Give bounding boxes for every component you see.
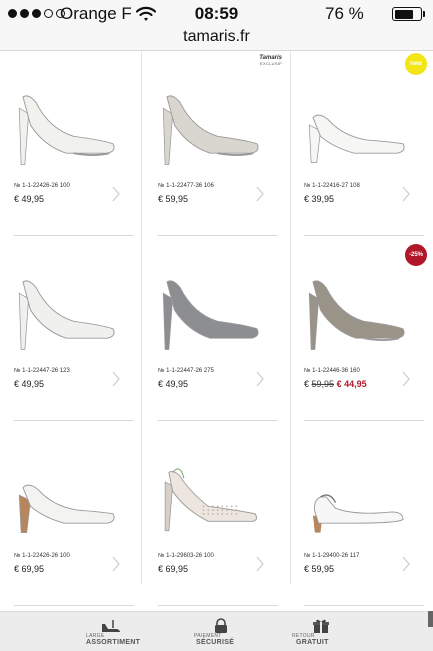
product-price: € 69,95	[14, 564, 45, 574]
product-image[interactable]	[298, 81, 418, 171]
product-image[interactable]	[8, 266, 128, 356]
product-sku: № 1-1-29603-26 100	[158, 553, 214, 559]
product-grid: № 1-1-22426-26 100 € 49,95 Tamaris EXCLU…	[0, 51, 433, 611]
sale-price: € 44,95	[336, 379, 367, 389]
product-card[interactable]: № 1-1-22426-26 100 € 69,95	[0, 421, 144, 606]
chevron-right-icon[interactable]	[255, 185, 265, 203]
clock: 08:59	[194, 4, 239, 23]
chevron-right-icon[interactable]	[401, 185, 411, 203]
product-sku: № 1-1-22446-36 160	[304, 368, 360, 374]
feature-secure-payment: PAIEMENT SÉCURISÉ	[194, 618, 284, 648]
chevron-right-icon[interactable]	[255, 555, 265, 573]
product-sku: № 1-1-22416-27 108	[304, 183, 360, 189]
product-sku: № 1-1-22447-26 123	[14, 368, 70, 374]
product-card[interactable]: № 1-1-22447-26 275 € 49,95	[144, 236, 288, 421]
row-divider	[158, 605, 278, 606]
row-divider	[14, 605, 134, 606]
chevron-right-icon[interactable]	[401, 555, 411, 573]
product-image[interactable]	[152, 81, 272, 171]
row-divider	[304, 605, 424, 606]
battery-tip	[423, 11, 425, 17]
new-badge: new	[405, 53, 427, 75]
old-price: 59,95	[311, 379, 335, 389]
reassurance-footer: LARGE ASSORTIMENT PAIEMENT SÉCURISÉ RETO…	[0, 611, 433, 651]
side-scroll-tab[interactable]	[428, 611, 433, 627]
feature-free-return: RETOUR GRATUIT	[292, 618, 382, 648]
discount-badge: -25%	[405, 244, 427, 266]
lock-icon	[215, 618, 227, 633]
gift-icon	[313, 619, 329, 633]
chevron-right-icon[interactable]	[111, 370, 121, 388]
feature-big-label: ASSORTIMENT	[86, 639, 141, 646]
status-bar: Orange F 08:59 76 %	[0, 0, 433, 28]
url-text[interactable]: tamaris.fr	[0, 28, 433, 46]
product-sku: № 1-1-22477-36 106	[158, 183, 214, 189]
product-sku: № 1-1-29400-26 117	[304, 553, 360, 559]
battery-icon	[392, 7, 422, 21]
product-card[interactable]: Tamaris EXCLUSIF № 1-1-22477-36 106 € 59…	[144, 51, 288, 236]
product-image[interactable]	[8, 81, 128, 171]
browser-address-bar[interactable]: tamaris.fr	[0, 28, 433, 51]
chevron-right-icon[interactable]	[401, 370, 411, 388]
product-image[interactable]	[152, 266, 272, 356]
product-card[interactable]: new № 1-1-22416-27 108 € 39,95	[290, 51, 433, 236]
product-image[interactable]	[152, 451, 272, 541]
product-card[interactable]: № 1-1-22426-26 100 € 49,95	[0, 51, 144, 236]
product-price: € 59,95	[158, 194, 189, 204]
product-price: € 59,95 € 44,95	[304, 379, 367, 389]
product-price: € 59,95	[304, 564, 335, 574]
battery-percent: 76 %	[325, 4, 364, 23]
product-card[interactable]: № 1-1-29400-26 117 € 59,95	[290, 421, 433, 606]
feature-assortment: LARGE ASSORTIMENT	[84, 618, 174, 648]
product-image[interactable]	[8, 451, 128, 541]
product-sku: № 1-1-22447-26 275	[158, 368, 214, 374]
product-price: € 69,95	[158, 564, 189, 574]
product-card[interactable]: № 1-1-29603-26 100 € 69,95	[144, 421, 288, 606]
feature-big-label: SÉCURISÉ	[196, 639, 235, 646]
product-price: € 49,95	[158, 379, 189, 389]
feature-big-label: GRATUIT	[296, 639, 329, 646]
product-card[interactable]: -25% № 1-1-22446-36 160 € 59,95 € 44,95	[290, 236, 433, 421]
product-sku: № 1-1-22426-26 100	[14, 183, 70, 189]
product-image[interactable]	[298, 451, 418, 541]
chevron-right-icon[interactable]	[255, 370, 265, 388]
product-sku: № 1-1-22426-26 100	[14, 553, 70, 559]
product-image[interactable]	[298, 266, 418, 356]
exclusive-label: EXCLUSIF	[260, 61, 282, 66]
shoe-icon	[102, 620, 120, 632]
product-price: € 49,95	[14, 194, 45, 204]
battery-level-fill	[394, 9, 413, 19]
chevron-right-icon[interactable]	[111, 185, 121, 203]
product-price: € 49,95	[14, 379, 45, 389]
product-card[interactable]: № 1-1-22447-26 123 € 49,95	[0, 236, 144, 421]
exclusive-badge: Tamaris EXCLUSIF	[259, 55, 282, 67]
product-price: € 39,95	[304, 194, 335, 204]
chevron-right-icon[interactable]	[111, 555, 121, 573]
